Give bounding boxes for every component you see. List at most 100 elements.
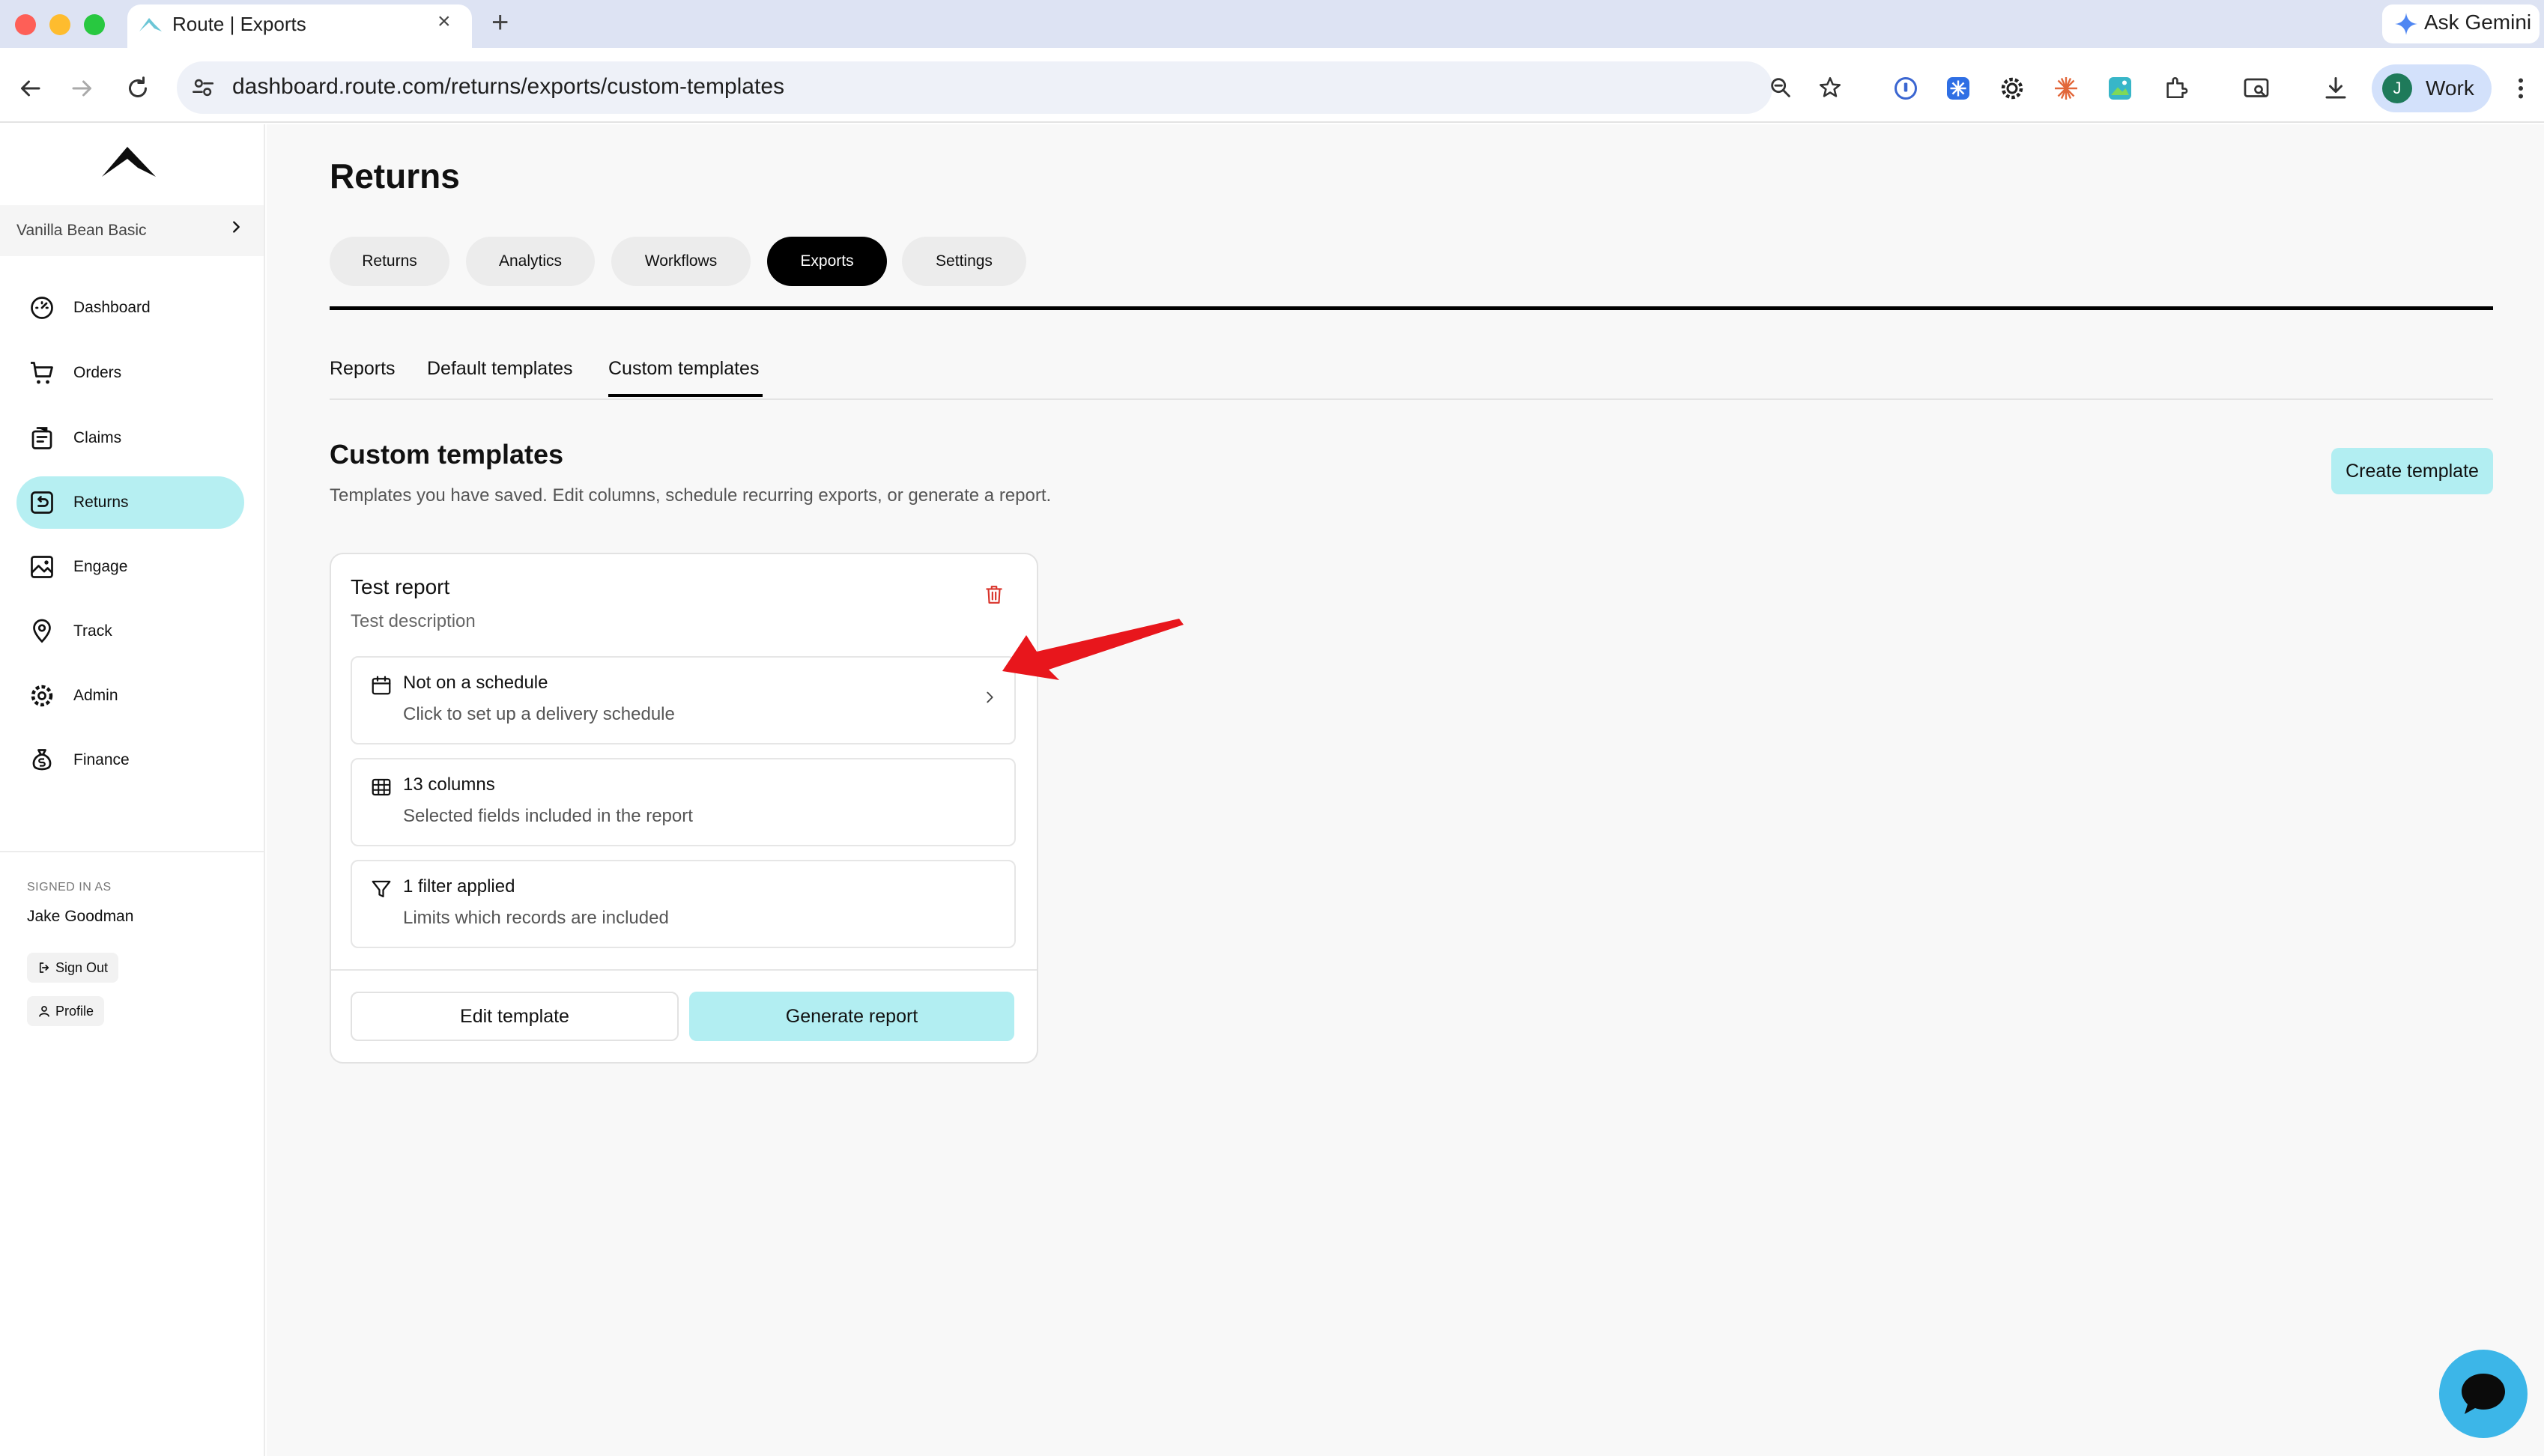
sidebar-item-label: Orders [73,364,122,381]
active-subtab-indicator [608,394,763,397]
user-icon [39,1006,49,1017]
signed-in-user-name: Jake Goodman [27,908,134,925]
dashboard-icon [31,297,53,319]
bookmark-star-icon[interactable] [1817,75,1843,100]
subtab-default-templates[interactable]: Default templates [427,358,573,380]
columns-title: 13 columns [403,774,495,795]
tab-returns[interactable]: Returns [330,237,449,286]
profile-button[interactable]: Profile [27,996,105,1026]
filters-subtitle: Limits which records are included [403,908,669,928]
edit-template-button[interactable]: Edit template [351,992,679,1041]
profile-label: Profile [55,1004,94,1019]
chevron-right-icon [987,691,993,703]
route-logo-icon [102,147,156,177]
section-title: Custom templates [330,439,564,470]
annotation-arrow-icon [1002,619,1184,680]
close-window-button[interactable] [15,14,36,35]
browser-menu-icon[interactable] [2510,75,2532,102]
tabs-divider [330,306,2493,310]
tab-settings[interactable]: Settings [902,237,1026,286]
url-text: dashboard.route.com/returns/exports/cust… [232,74,785,99]
sidebar-item-orders[interactable]: Orders [16,347,244,399]
card-footer-divider [331,969,1037,971]
claims-icon [31,427,52,449]
new-tab-button[interactable]: + [491,7,509,37]
trash-icon[interactable] [984,584,1004,605]
generate-report-button[interactable]: Generate report [689,992,1014,1041]
schedule-title: Not on a schedule [403,673,548,693]
back-arrow-icon[interactable] [16,75,43,102]
download-icon[interactable] [2322,75,2349,102]
location-pin-icon [33,619,51,643]
sidebar-item-track[interactable]: Track [16,605,244,658]
sidebar-item-dashboard[interactable]: Dashboard [16,282,244,334]
sidebar-item-admin[interactable]: Admin [16,670,244,722]
tab-workflows[interactable]: Workflows [611,237,751,286]
template-description: Test description [351,611,476,631]
extensions-puzzle-icon[interactable] [2163,75,2189,100]
minimize-window-button[interactable] [49,14,70,35]
filters-row[interactable]: 1 filter applied Limits which records ar… [351,860,1016,948]
subtab-reports[interactable]: Reports [330,358,396,380]
filter-icon [372,880,391,898]
gemini-sparkle-icon [2395,13,2417,35]
money-bag-icon [32,749,52,771]
extension-snowflake-icon[interactable] [1945,75,1972,102]
subtab-custom-templates[interactable]: Custom templates [608,358,759,380]
extension-gear-icon[interactable] [1999,75,2026,102]
zoom-icon[interactable] [1768,75,1793,100]
profile-avatar: J [2382,73,2412,103]
chevron-right-icon [233,221,240,233]
site-settings-icon[interactable] [190,75,216,100]
page-title: Returns [330,157,460,195]
reload-icon[interactable] [124,75,151,102]
password-manager-extension-icon[interactable] [1892,75,1919,102]
sign-out-label: Sign Out [55,960,109,975]
template-title: Test report [351,575,450,598]
tab-exports[interactable]: Exports [767,237,887,286]
filters-title: 1 filter applied [403,876,515,897]
subtabs-divider [330,398,2493,400]
chat-bubble-icon [2462,1374,2505,1414]
sidebar-item-label: Returns [73,494,129,511]
maximize-window-button[interactable] [84,14,105,35]
schedule-row[interactable]: Not on a schedule Click to set up a deli… [351,656,1016,744]
table-icon [372,778,391,796]
create-template-button[interactable]: Create template [2331,448,2493,494]
sidebar-item-label: Engage [73,558,128,575]
sign-out-icon [39,962,49,973]
cart-icon [31,362,53,384]
tab-close-icon[interactable]: × [437,10,451,33]
signed-in-caption: SIGNED IN AS [27,881,112,894]
sidebar-item-label: Dashboard [73,299,151,316]
sidebar-item-engage[interactable]: Engage [16,541,244,593]
ask-gemini-label: Ask Gemini [2424,10,2532,34]
profile-name-label: Work [2426,76,2474,100]
forward-arrow-icon[interactable] [69,75,96,102]
route-favicon-icon [139,18,162,31]
sidebar-item-claims[interactable]: Claims [16,412,244,464]
columns-subtitle: Selected fields included in the report [403,806,693,826]
schedule-subtitle: Click to set up a delivery schedule [403,704,675,724]
extension-burst-icon[interactable] [2053,75,2080,102]
tab-title: Route | Exports [172,13,306,35]
tab-search-icon[interactable] [2243,75,2270,102]
sidebar-item-finance[interactable]: Finance [16,734,244,786]
sidebar-item-label: Claims [73,429,122,446]
org-name: Vanilla Bean Basic [16,222,147,239]
returns-icon [31,491,53,514]
tab-analytics[interactable]: Analytics [466,237,595,286]
image-icon [31,556,53,578]
sidebar-item-label: Admin [73,687,118,704]
sidebar-divider [0,851,264,852]
sidebar-item-label: Track [73,622,112,640]
calendar-icon [372,676,391,695]
gear-icon [31,685,53,707]
section-description: Templates you have saved. Edit columns, … [330,485,1052,506]
extension-image-icon[interactable] [2107,75,2133,102]
sign-out-button[interactable]: Sign Out [27,953,119,983]
chat-support-button[interactable] [2439,1350,2528,1438]
sidebar-item-label: Finance [73,751,130,768]
sidebar-item-returns[interactable]: Returns [16,476,244,529]
columns-row[interactable]: 13 columns Selected fields included in t… [351,758,1016,846]
